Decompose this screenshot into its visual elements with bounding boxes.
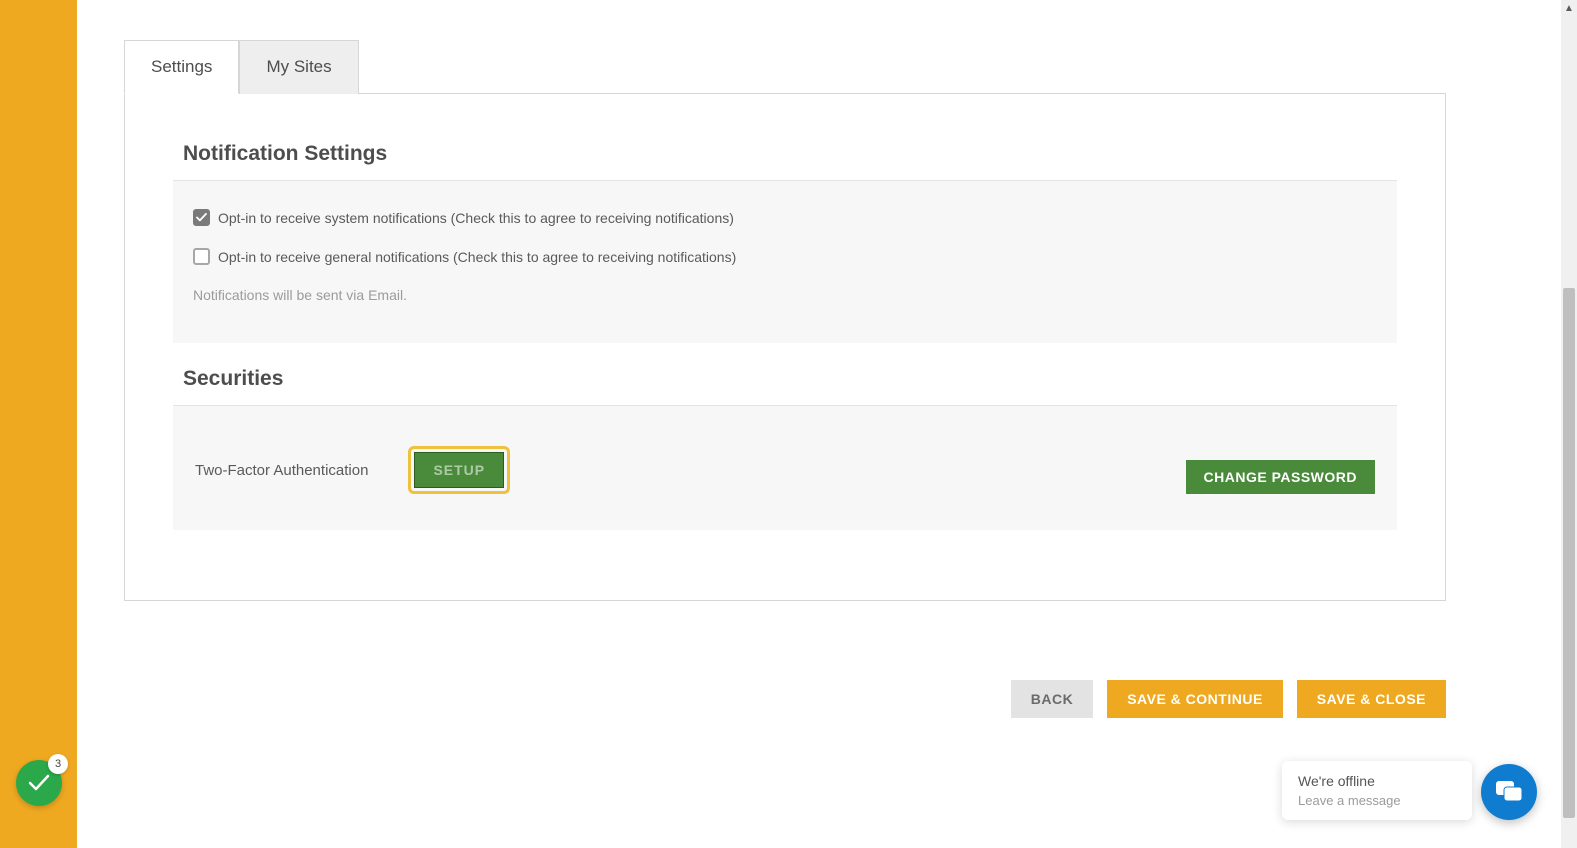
securities-box: Two-Factor Authentication SETUP CHANGE P… xyxy=(173,406,1397,530)
tab-settings[interactable]: Settings xyxy=(124,40,239,94)
sidebar xyxy=(0,0,77,848)
chat-bubble-button[interactable] xyxy=(1481,764,1537,820)
opt-in-general-row: Opt-in to receive general notifications … xyxy=(193,248,1377,265)
notification-settings-heading: Notification Settings xyxy=(183,142,1387,166)
opt-in-general-checkbox[interactable] xyxy=(193,248,210,265)
setup-button[interactable]: SETUP xyxy=(414,452,504,488)
notification-settings-box: Opt-in to receive system notifications (… xyxy=(173,181,1397,343)
two-factor-label: Two-Factor Authentication xyxy=(195,462,368,479)
opt-in-system-checkbox[interactable] xyxy=(193,209,210,226)
opt-in-general-label: Opt-in to receive general notifications … xyxy=(218,249,736,265)
scrollbar-thumb[interactable] xyxy=(1563,288,1575,818)
tab-body: Notification Settings Opt-in to receive … xyxy=(124,93,1446,601)
opt-in-system-label: Opt-in to receive system notifications (… xyxy=(218,210,734,226)
change-password-button[interactable]: CHANGE PASSWORD xyxy=(1186,460,1375,494)
notifications-note: Notifications will be sent via Email. xyxy=(193,287,1377,303)
setup-highlight: SETUP xyxy=(408,446,510,494)
tabs: Settings My Sites xyxy=(124,40,1446,94)
chat-status: We're offline xyxy=(1298,773,1456,789)
success-badge[interactable]: 3 xyxy=(16,760,62,806)
save-close-button[interactable]: SAVE & CLOSE xyxy=(1297,680,1446,718)
chat-card[interactable]: We're offline Leave a message xyxy=(1282,761,1472,820)
opt-in-system-row: Opt-in to receive system notifications (… xyxy=(193,209,1377,226)
securities-heading: Securities xyxy=(183,367,1387,391)
save-continue-button[interactable]: SAVE & CONTINUE xyxy=(1107,680,1283,718)
chat-subtitle: Leave a message xyxy=(1298,793,1456,808)
main-content: Settings My Sites Notification Settings … xyxy=(77,0,1577,848)
check-icon xyxy=(196,213,207,222)
check-icon xyxy=(28,774,50,792)
tab-my-sites[interactable]: My Sites xyxy=(239,40,358,94)
scrollbar-up-arrow-icon[interactable]: ▲ xyxy=(1561,0,1577,16)
footer-buttons: BACK SAVE & CONTINUE SAVE & CLOSE xyxy=(124,680,1446,718)
settings-panel: Settings My Sites Notification Settings … xyxy=(124,40,1446,601)
badge-count: 3 xyxy=(48,754,68,774)
back-button[interactable]: BACK xyxy=(1011,680,1093,718)
chat-icon xyxy=(1495,780,1523,804)
